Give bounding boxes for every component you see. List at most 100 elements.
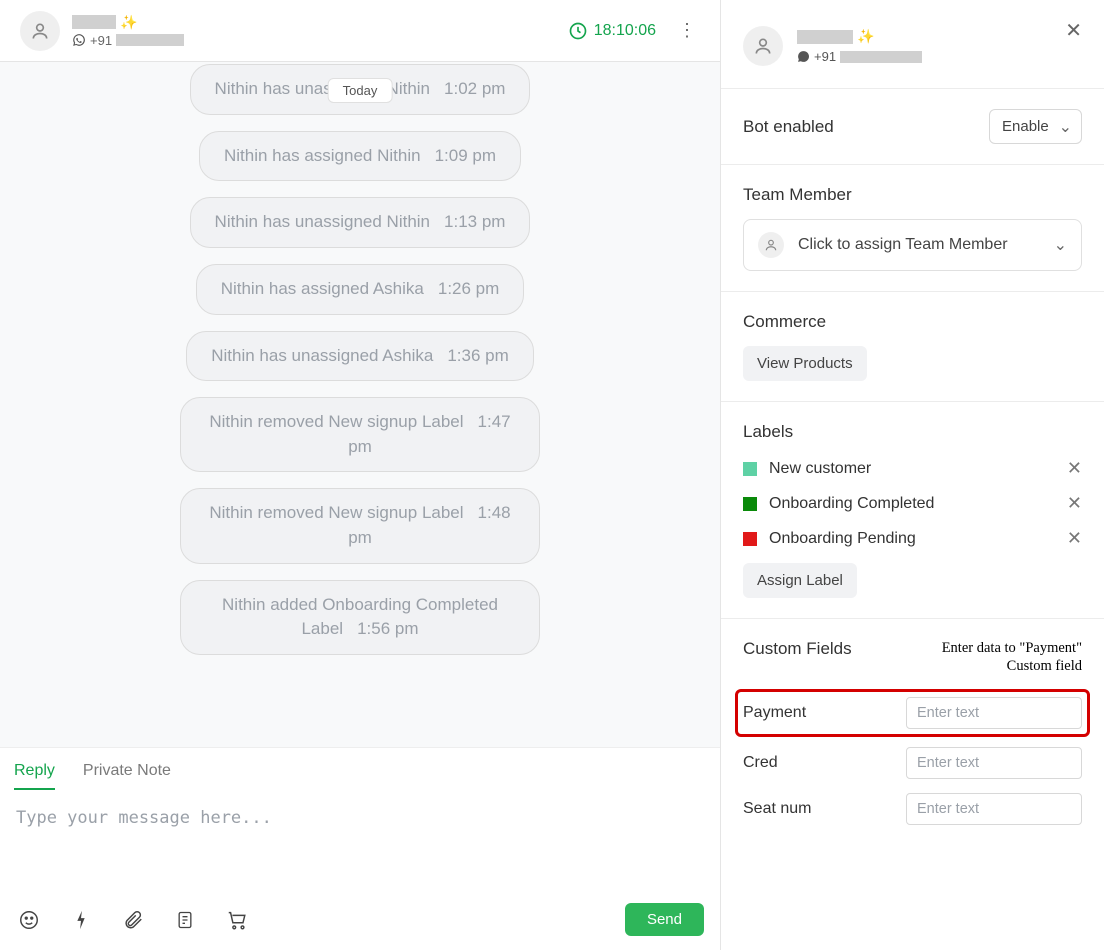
person-icon bbox=[758, 232, 784, 258]
system-message-list: Nithin has unassigned Nithin 1:02 pm Nithi… bbox=[0, 72, 720, 655]
contact-name-redacted bbox=[72, 15, 116, 29]
cf-label: Cred bbox=[743, 754, 896, 772]
panel-name-redacted bbox=[797, 30, 853, 44]
chevron-down-icon: ⌄ bbox=[1054, 235, 1067, 255]
panel-profile-info: ✨ +91 bbox=[797, 28, 922, 64]
label-swatch bbox=[743, 462, 757, 476]
label-name: Onboarding Completed bbox=[769, 495, 1055, 513]
contact-info: ✨ +91 bbox=[72, 14, 568, 48]
message-input[interactable] bbox=[14, 790, 706, 894]
timer-value: 18:10:06 bbox=[594, 22, 656, 40]
assign-placeholder: Click to assign Team Member bbox=[798, 236, 1008, 254]
system-message: Nithin has assigned Nithin 1:09 pm bbox=[199, 131, 521, 182]
attachment-icon[interactable] bbox=[120, 907, 146, 933]
cf-input-seat num[interactable] bbox=[906, 793, 1082, 825]
contact-phone-row: +91 bbox=[72, 33, 568, 48]
more-menu-button[interactable]: ⋮ bbox=[674, 16, 700, 45]
contact-phone-prefix: +91 bbox=[90, 33, 112, 48]
remove-label-button[interactable]: ✕ bbox=[1067, 458, 1082, 479]
close-panel-button[interactable]: ✕ bbox=[1065, 18, 1082, 43]
bot-enable-select[interactable]: Enable bbox=[989, 109, 1082, 144]
system-message: Nithin removed New signup Label1:47 pm bbox=[180, 397, 540, 472]
label-row: Onboarding Pending ✕ bbox=[743, 528, 1082, 549]
contact-avatar bbox=[20, 11, 60, 51]
bot-section: Bot enabled Enable ⌄ bbox=[721, 89, 1104, 165]
team-title: Team Member bbox=[743, 185, 1082, 205]
team-section: Team Member Click to assign Team Member … bbox=[721, 165, 1104, 292]
panel-profile: ✨ +91 bbox=[721, 0, 1104, 89]
system-time: 1:02 pm bbox=[444, 79, 505, 98]
cf-title: Custom Fields bbox=[743, 639, 852, 659]
emoji-icon[interactable] bbox=[16, 907, 42, 933]
send-button[interactable]: Send bbox=[625, 903, 704, 936]
system-time: 1:36 pm bbox=[447, 346, 508, 365]
system-text: Nithin removed New signup Label bbox=[209, 503, 463, 522]
composer: Reply Private Note Send bbox=[0, 747, 720, 950]
remove-label-button[interactable]: ✕ bbox=[1067, 528, 1082, 549]
commerce-section: Commerce View Products bbox=[721, 292, 1104, 402]
cf-input-payment[interactable] bbox=[906, 697, 1082, 729]
header-right: 18:10:06 ⋮ bbox=[568, 16, 700, 45]
cf-label: Payment bbox=[743, 704, 896, 722]
cf-annotation: Enter data to "Payment" Custom field bbox=[922, 639, 1082, 675]
contact-name-row: ✨ bbox=[72, 14, 568, 31]
labels-list: New customer✕Onboarding Completed✕Onboar… bbox=[743, 458, 1082, 549]
label-name: New customer bbox=[769, 460, 1055, 478]
system-message: Nithin has unassigned Nithin 1:13 pm bbox=[190, 197, 531, 248]
tab-reply[interactable]: Reply bbox=[14, 762, 55, 790]
details-panel: ✕ ✨ +91 Bot enabled Enable ⌄ Team Memb bbox=[720, 0, 1104, 950]
composer-tabs: Reply Private Note bbox=[14, 748, 706, 790]
system-message: Nithin has assigned Ashika 1:26 pm bbox=[196, 264, 525, 315]
panel-phone-prefix: +91 bbox=[814, 49, 836, 64]
custom-fields-section: Custom Fields Enter data to "Payment" Cu… bbox=[721, 619, 1104, 859]
remove-label-button[interactable]: ✕ bbox=[1067, 493, 1082, 514]
composer-toolbar: Send bbox=[14, 899, 706, 950]
label-row: Onboarding Completed ✕ bbox=[743, 493, 1082, 514]
system-text: Nithin has unassigned Nithin bbox=[215, 212, 430, 231]
resolve-timer: 18:10:06 bbox=[568, 21, 656, 41]
assign-team-dropdown[interactable]: Click to assign Team Member ⌄ bbox=[743, 219, 1082, 271]
sparkle-icon: ✨ bbox=[120, 14, 137, 31]
panel-name-row: ✨ bbox=[797, 28, 922, 45]
contact-phone-redacted bbox=[116, 34, 184, 46]
custom-field-row: Cred bbox=[743, 747, 1082, 779]
system-text: Nithin has assigned Ashika bbox=[221, 279, 424, 298]
label-name: Onboarding Pending bbox=[769, 530, 1055, 548]
cf-list: Payment Cred Seat num bbox=[743, 693, 1082, 825]
system-time: 1:13 pm bbox=[444, 212, 505, 231]
system-text: Nithin has unassigned Nithin bbox=[215, 79, 430, 98]
bot-label: Bot enabled bbox=[743, 117, 834, 137]
composer-icon-row bbox=[16, 907, 250, 933]
system-time: 1:26 pm bbox=[438, 279, 499, 298]
sparkle-icon: ✨ bbox=[857, 28, 874, 45]
custom-field-row: Seat num bbox=[743, 793, 1082, 825]
commerce-title: Commerce bbox=[743, 312, 1082, 332]
quick-reply-icon[interactable] bbox=[68, 907, 94, 933]
system-text: Nithin has assigned Nithin bbox=[224, 146, 421, 165]
label-swatch bbox=[743, 497, 757, 511]
view-products-button[interactable]: View Products bbox=[743, 346, 867, 381]
whatsapp-icon bbox=[72, 33, 86, 47]
cf-input-cred[interactable] bbox=[906, 747, 1082, 779]
chat-pane: ✨ +91 18:10:06 ⋮ Today Nithin has unassi… bbox=[0, 0, 720, 950]
labels-title: Labels bbox=[743, 422, 1082, 442]
custom-field-row: Payment bbox=[739, 693, 1086, 733]
cf-label: Seat num bbox=[743, 800, 896, 818]
cart-icon[interactable] bbox=[224, 907, 250, 933]
label-row: New customer ✕ bbox=[743, 458, 1082, 479]
panel-phone-redacted bbox=[840, 51, 922, 63]
template-icon[interactable] bbox=[172, 907, 198, 933]
clock-icon bbox=[568, 21, 588, 41]
system-time: 1:56 pm bbox=[357, 619, 418, 638]
tab-private-note[interactable]: Private Note bbox=[83, 762, 171, 790]
assign-label-button[interactable]: Assign Label bbox=[743, 563, 857, 598]
bot-select-wrap: Enable ⌄ bbox=[989, 109, 1082, 144]
system-message: Nithin has unassigned Ashika 1:36 pm bbox=[186, 331, 534, 382]
system-time: 1:09 pm bbox=[435, 146, 496, 165]
labels-section: Labels New customer✕Onboarding Completed… bbox=[721, 402, 1104, 619]
label-swatch bbox=[743, 532, 757, 546]
system-text: Nithin has unassigned Ashika bbox=[211, 346, 433, 365]
cf-head: Custom Fields Enter data to "Payment" Cu… bbox=[743, 639, 1082, 675]
system-message: Nithin added Onboarding Completed Label1… bbox=[180, 580, 540, 655]
chat-header: ✨ +91 18:10:06 ⋮ bbox=[0, 0, 720, 62]
